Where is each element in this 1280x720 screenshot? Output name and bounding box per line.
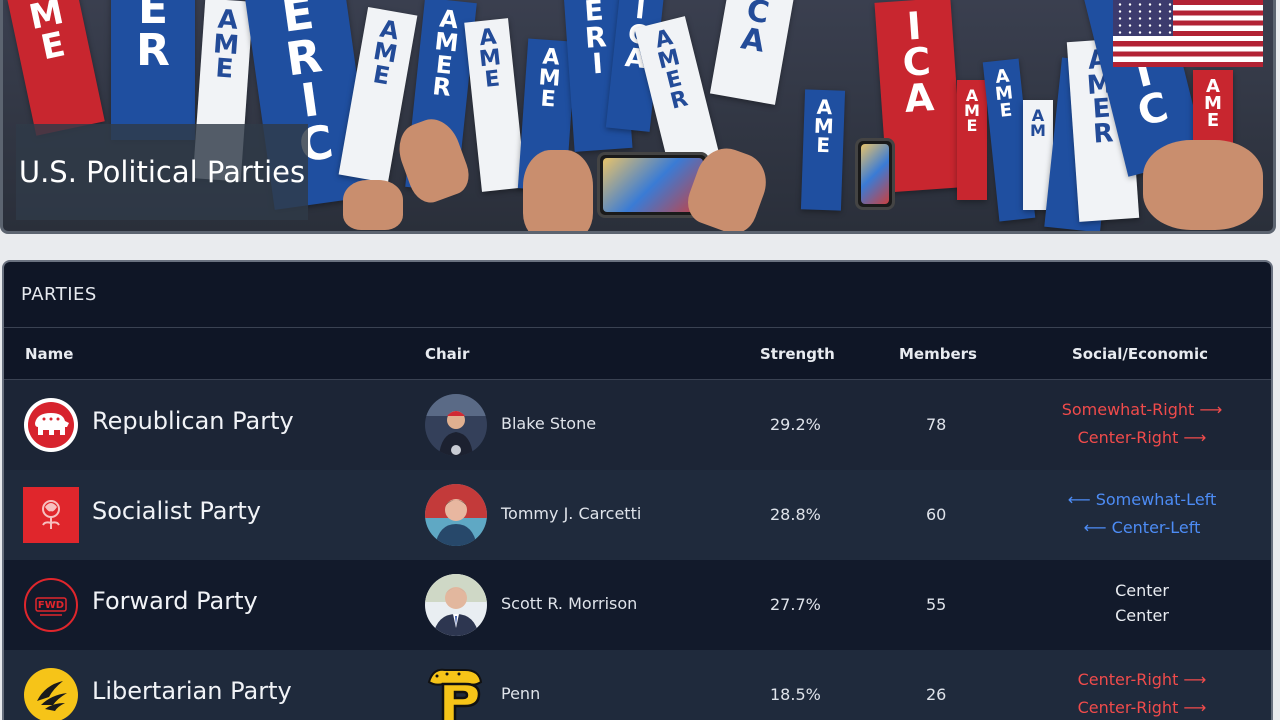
fwd-logo-icon: FWD	[23, 577, 79, 633]
hero-banner: ME ER AME ERIC AME AMER AME AME ERI ICA …	[0, 0, 1276, 234]
party-name[interactable]: Libertarian Party	[92, 677, 292, 705]
party-members: 26	[926, 685, 947, 704]
campaign-sign: CA	[709, 0, 795, 105]
chair-name[interactable]: Tommy J. Carcetti	[501, 504, 641, 523]
party-row[interactable]: Republican Party Blake Stone 29.2% 78 So…	[4, 380, 1271, 470]
raised-hand	[343, 180, 403, 230]
chair-avatar[interactable]	[425, 484, 487, 546]
party-members: 78	[926, 415, 947, 434]
economic-lean: ⟵ Center-Left	[1083, 518, 1201, 537]
chair-avatar[interactable]	[425, 664, 487, 720]
economic-lean: Center	[1115, 606, 1169, 625]
economic-lean: Center-Right ⟶	[1077, 698, 1207, 717]
social-economic-lean: Center-Right ⟶ Center-Right ⟶	[1024, 666, 1260, 720]
campaign-sign: AME	[464, 18, 526, 192]
column-social-economic[interactable]: Social/Economic	[1072, 345, 1208, 363]
raised-hand	[1143, 140, 1263, 230]
parties-panel: PARTIES Name Chair Strength Members Soci…	[2, 260, 1273, 720]
party-members: 55	[926, 595, 947, 614]
chair-name[interactable]: Blake Stone	[501, 414, 596, 433]
party-row[interactable]: Socialist Party Tommy J. Carcetti 28.8% …	[4, 470, 1271, 560]
svg-text:FWD: FWD	[38, 600, 64, 611]
campaign-sign: ME	[7, 0, 105, 136]
panel-header: PARTIES	[4, 262, 1271, 328]
party-members: 60	[926, 505, 947, 524]
panel-heading: PARTIES	[21, 284, 97, 305]
party-row[interactable]: FWD Forward Party Scott R. Morrison 27.7…	[4, 560, 1271, 650]
phone-in-crowd	[855, 138, 895, 210]
social-lean: Center-Right ⟶	[1077, 670, 1207, 689]
social-lean: ⟵ Somewhat-Left	[1067, 490, 1217, 509]
social-lean: Somewhat-Right ⟶	[1061, 400, 1223, 419]
flag-canton	[1113, 0, 1173, 36]
chair-name[interactable]: Scott R. Morrison	[501, 594, 637, 613]
us-flag-icon	[1113, 0, 1263, 67]
rose-logo-icon	[23, 487, 79, 543]
column-strength[interactable]: Strength	[760, 345, 835, 363]
campaign-sign: ER	[111, 0, 195, 140]
chair-name[interactable]: Penn	[501, 684, 540, 703]
party-name[interactable]: Republican Party	[92, 407, 294, 435]
social-lean: Center	[1115, 581, 1169, 600]
elephant-logo-icon	[23, 397, 79, 453]
page-title-box: U.S. Political Parties	[16, 124, 308, 220]
column-name[interactable]: Name	[25, 345, 73, 363]
column-members[interactable]: Members	[899, 345, 977, 363]
economic-lean: Center-Right ⟶	[1077, 428, 1207, 447]
party-strength: 29.2%	[770, 415, 821, 434]
social-economic-lean: Somewhat-Right ⟶ Center-Right ⟶	[1024, 396, 1260, 452]
campaign-sign: AME	[800, 89, 846, 211]
social-economic-lean: ⟵ Somewhat-Left ⟵ Center-Left	[1024, 486, 1260, 542]
party-row[interactable]: Libertarian Party Penn 18.5% 26 Center-R…	[4, 650, 1271, 720]
torch-logo-icon	[23, 667, 79, 720]
party-strength: 18.5%	[770, 685, 821, 704]
party-name[interactable]: Socialist Party	[92, 497, 261, 525]
campaign-sign: AME	[957, 80, 987, 200]
column-chair[interactable]: Chair	[425, 345, 469, 363]
party-name[interactable]: Forward Party	[92, 587, 258, 615]
table-header: Name Chair Strength Members Social/Econo…	[4, 328, 1271, 380]
social-economic-lean: Center Center	[1024, 578, 1260, 628]
chair-avatar[interactable]	[425, 574, 487, 636]
page-title: U.S. Political Parties	[18, 154, 306, 189]
party-strength: 28.8%	[770, 505, 821, 524]
raised-hand	[523, 150, 593, 231]
chair-avatar[interactable]	[425, 394, 487, 456]
party-strength: 27.7%	[770, 595, 821, 614]
